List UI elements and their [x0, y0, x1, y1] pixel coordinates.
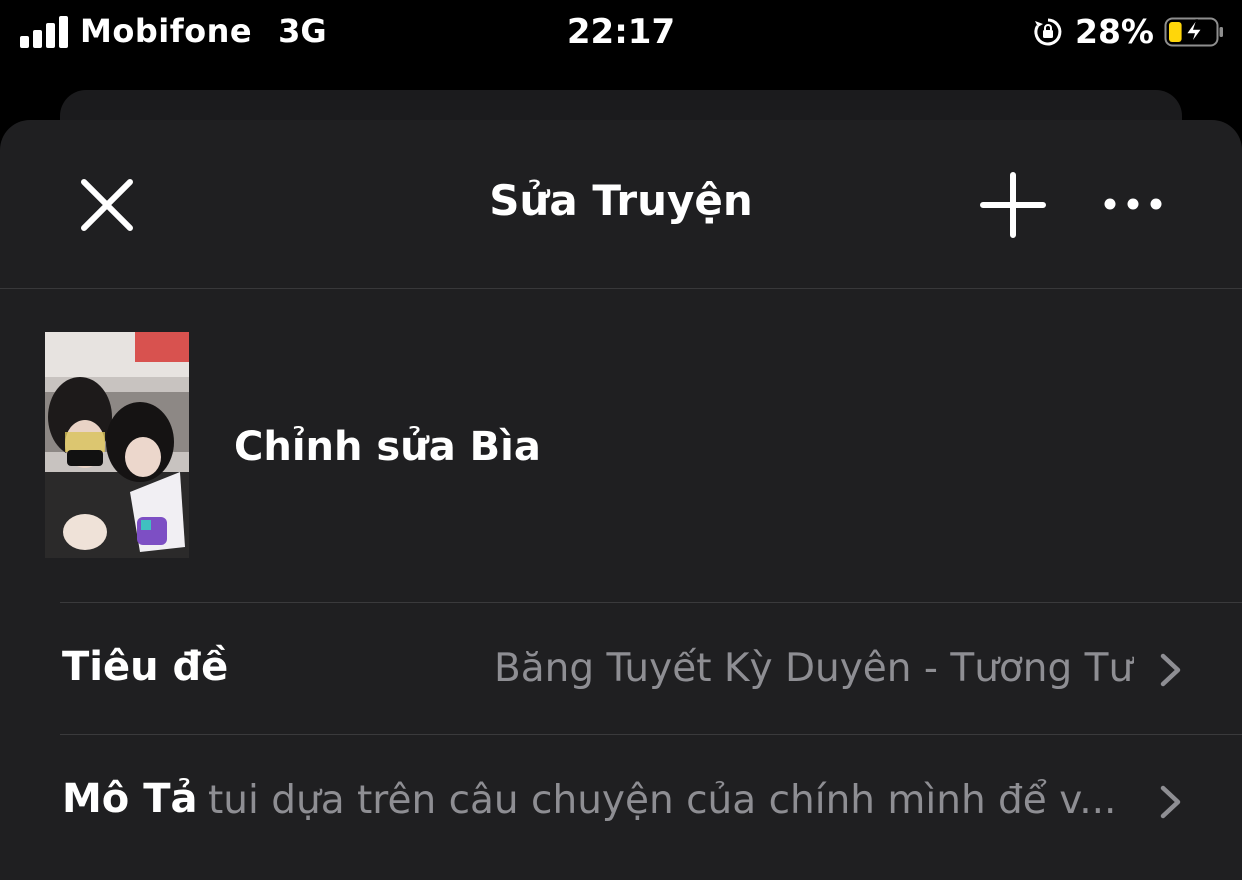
- title-label: Tiêu đề: [62, 644, 229, 690]
- plus-icon[interactable]: [980, 172, 1046, 238]
- chevron-right-icon: [1160, 653, 1181, 687]
- status-bar: Mobifone 3G 22:17 28%: [0, 0, 1242, 64]
- nav-bar: Sửa Truyện: [0, 120, 1242, 289]
- title-row[interactable]: Tiêu đề Băng Tuyết Kỳ Duyên - Tương Tư: [0, 602, 1242, 734]
- rotation-lock-icon: [1034, 18, 1062, 45]
- edit-cover-label: Chỉnh sửa Bìa: [234, 424, 541, 470]
- page-title: Sửa Truyện: [489, 176, 753, 225]
- chevron-right-icon: [1160, 785, 1181, 819]
- cover-image: [45, 332, 189, 558]
- edit-story-sheet: Sửa Truyện Chỉnh sửa Bìa Tiêu đề Băng Tu…: [0, 120, 1242, 880]
- description-label: Mô Tả: [62, 776, 198, 822]
- description-value: tui dựa trên câu chuyện của chính mình đ…: [208, 778, 1117, 823]
- edit-cover-row[interactable]: Chỉnh sửa Bìa: [0, 288, 1242, 602]
- more-icon[interactable]: [1100, 182, 1166, 226]
- battery-percent: 28%: [1075, 12, 1154, 51]
- battery-charging-icon: [1164, 17, 1223, 46]
- status-right: 28%: [1033, 12, 1224, 51]
- title-value: Băng Tuyết Kỳ Duyên - Tương Tư: [494, 646, 1134, 691]
- description-row[interactable]: Mô Tả tui dựa trên câu chuyện của chính …: [0, 734, 1242, 866]
